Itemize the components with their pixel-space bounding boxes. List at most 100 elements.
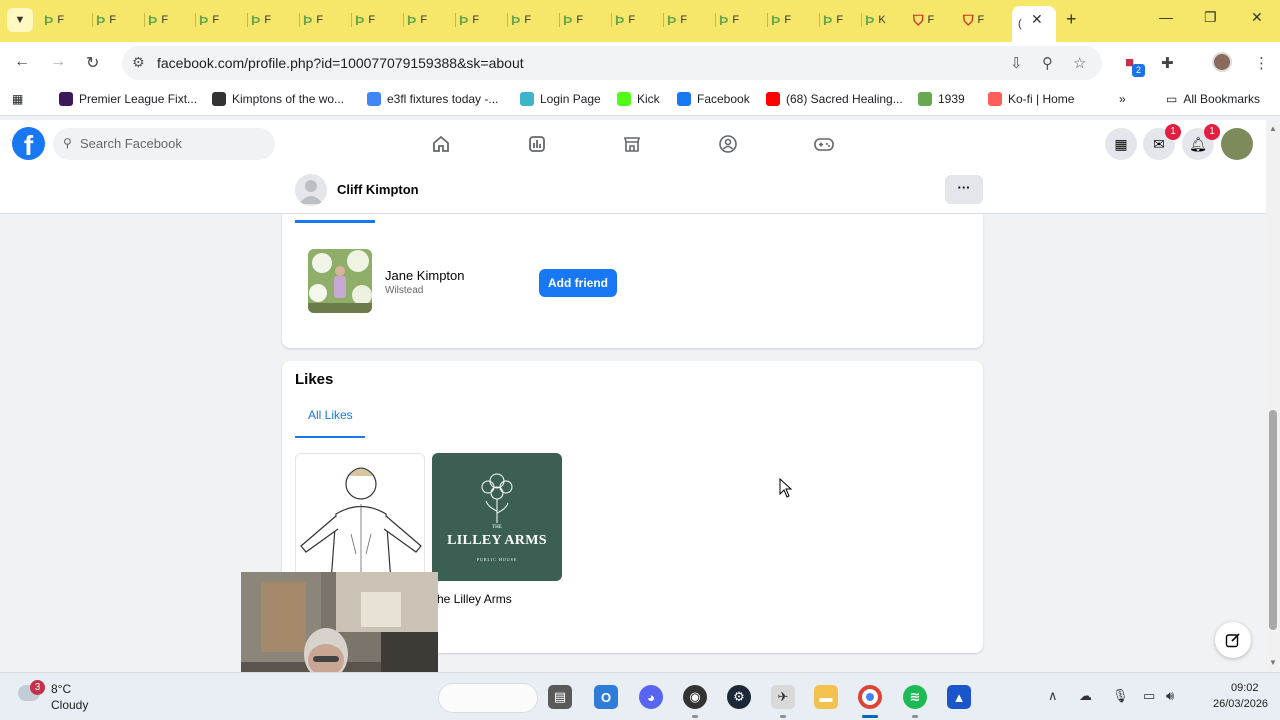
steam-icon[interactable]: ⚙ bbox=[727, 685, 751, 709]
shield-favicon-icon: ⛉ bbox=[913, 11, 924, 28]
profile-name[interactable]: Cliff Kimpton bbox=[337, 182, 419, 197]
bookmark-item[interactable]: Ko-fi | Home bbox=[988, 92, 1074, 106]
file-explorer-dark-icon[interactable]: ▤ bbox=[548, 685, 572, 709]
browser-tab[interactable]: ÞF bbox=[199, 8, 251, 32]
weather-condition[interactable]: Cloudy bbox=[51, 698, 88, 712]
bookmark-label: Facebook bbox=[697, 92, 750, 106]
browser-tab[interactable]: ÞF bbox=[459, 8, 511, 32]
extensions-puzzle-icon[interactable]: ✚ bbox=[1161, 54, 1174, 72]
scrollbar-thumb[interactable] bbox=[1269, 410, 1277, 630]
tab-separator bbox=[403, 13, 404, 27]
browser-tab[interactable]: ⛉ F bbox=[963, 8, 1015, 32]
browser-tab[interactable]: ÞF bbox=[615, 8, 667, 32]
onedrive-icon[interactable]: ☁ bbox=[1079, 688, 1092, 704]
notifications-bell-icon[interactable]: 🔔︎ 1 bbox=[1182, 124, 1220, 160]
more-bookmarks-icon[interactable]: » bbox=[1119, 92, 1126, 106]
scroll-up-icon[interactable]: ▲ bbox=[1269, 124, 1277, 133]
browser-tab[interactable]: ÞF bbox=[667, 8, 719, 32]
more-options-button[interactable]: ··· bbox=[945, 175, 983, 204]
reload-icon[interactable]: ↻ bbox=[86, 53, 99, 73]
browser-tab[interactable]: ÞF bbox=[96, 8, 148, 32]
scroll-down-icon[interactable]: ▼ bbox=[1269, 658, 1277, 667]
spotify-icon[interactable]: ≋ bbox=[903, 685, 927, 709]
site-info-icon[interactable]: ⚙ bbox=[132, 54, 145, 71]
show-hidden-icons-icon[interactable]: ∧ bbox=[1048, 688, 1058, 704]
bookmark-item[interactable]: e3fl fixtures today -... bbox=[367, 92, 498, 106]
browser-tab[interactable]: ÞF bbox=[355, 8, 407, 32]
all-bookmarks[interactable]: ▭ All Bookmarks bbox=[1166, 92, 1260, 106]
obs-icon[interactable]: ◉ bbox=[683, 685, 707, 709]
friend-name[interactable]: Jane Kimpton bbox=[385, 268, 465, 283]
gaming-icon[interactable] bbox=[812, 132, 836, 156]
tab-favicon-icon: Þ bbox=[865, 12, 875, 28]
facebook-logo-icon[interactable]: f bbox=[12, 127, 45, 161]
home-icon[interactable] bbox=[429, 132, 453, 156]
app-icon[interactable]: ✈ bbox=[771, 685, 795, 709]
account-avatar[interactable] bbox=[1221, 128, 1253, 160]
browser-tab[interactable]: ÞF bbox=[719, 8, 771, 32]
weather-temperature[interactable]: 8°C bbox=[51, 682, 71, 696]
network-icon[interactable]: ▭ bbox=[1143, 688, 1155, 704]
bookmark-item[interactable]: 1939 bbox=[918, 92, 965, 106]
browser-tab[interactable]: ÞK bbox=[865, 8, 917, 32]
zoom-icon[interactable]: ⚲ bbox=[1042, 54, 1053, 72]
browser-tab[interactable]: ÞF bbox=[44, 8, 96, 32]
browser-tab[interactable]: ÞF bbox=[511, 8, 563, 32]
remote-desktop-icon[interactable]: ▲ bbox=[947, 685, 971, 709]
bookmark-item[interactable]: Kick bbox=[617, 92, 660, 106]
browser-tab[interactable]: ÞF bbox=[148, 8, 200, 32]
chrome-icon[interactable] bbox=[858, 685, 882, 709]
chrome-menu-icon[interactable]: ⋮ bbox=[1254, 54, 1269, 72]
tab-title: F bbox=[420, 14, 428, 26]
clock-time[interactable]: 09:02 bbox=[1231, 682, 1259, 694]
bookmark-item[interactable]: Login Page bbox=[520, 92, 601, 106]
add-friend-button[interactable]: Add friend bbox=[539, 269, 617, 297]
install-app-icon[interactable]: ⇩ bbox=[1010, 54, 1023, 72]
messenger-icon[interactable]: ✉ 1 bbox=[1143, 124, 1181, 160]
apps-grid-icon[interactable]: ▦ bbox=[12, 92, 23, 106]
menu-grid-icon[interactable]: ▦ bbox=[1105, 128, 1137, 160]
browser-tab[interactable]: ÞF bbox=[771, 8, 823, 32]
tab-all-likes[interactable]: All Likes bbox=[308, 408, 353, 422]
tab-search-dropdown[interactable]: ▼ bbox=[7, 8, 33, 32]
restore-icon[interactable]: ❐ bbox=[1204, 9, 1217, 26]
browser-tab[interactable]: ÞF bbox=[407, 8, 459, 32]
browser-tab[interactable]: ÞF bbox=[251, 8, 303, 32]
folder-icon[interactable]: ▬ bbox=[814, 685, 838, 709]
taskbar-search-box[interactable] bbox=[438, 683, 538, 713]
page-scrollbar[interactable]: ▲ ▼ bbox=[1266, 120, 1280, 672]
forward-icon[interactable]: → bbox=[50, 53, 66, 71]
minimize-icon[interactable]: — bbox=[1159, 9, 1173, 25]
discord-icon[interactable]: ◕ bbox=[639, 685, 663, 709]
bookmark-item[interactable]: Kimptons of the wo... bbox=[212, 92, 344, 106]
liked-page-label[interactable]: he Lilley Arms bbox=[437, 592, 512, 606]
liked-page-lilley-arms[interactable]: THE LILLEY ARMS PUBLIC HOUSE bbox=[432, 453, 562, 581]
browser-tab[interactable]: ÞF bbox=[563, 8, 615, 32]
marketplace-icon[interactable] bbox=[620, 132, 644, 156]
browser-tab[interactable]: ⛉ F bbox=[913, 8, 965, 32]
liked-page-illustration[interactable] bbox=[295, 453, 425, 581]
facebook-search-input[interactable]: ⚲ Search Facebook bbox=[53, 128, 275, 160]
groups-icon[interactable] bbox=[716, 132, 740, 156]
browser-tab[interactable]: ÞF bbox=[303, 8, 355, 32]
volume-icon[interactable]: 🔊︎ bbox=[1166, 688, 1174, 704]
microphone-icon[interactable]: 🎙︎ bbox=[1112, 688, 1129, 704]
bookmark-item[interactable]: Facebook bbox=[677, 92, 750, 106]
app-running-indicator bbox=[780, 715, 786, 718]
close-window-icon[interactable]: ✕ bbox=[1251, 9, 1263, 26]
bookmark-item[interactable]: Premier League Fixt... bbox=[59, 92, 197, 106]
clock-date[interactable]: 26/03/2026 bbox=[1213, 698, 1268, 710]
feeds-icon[interactable] bbox=[525, 132, 549, 156]
bookmark-item[interactable]: (68) Sacred Healing... bbox=[766, 92, 903, 106]
friend-photo[interactable] bbox=[308, 249, 372, 313]
new-message-button[interactable] bbox=[1215, 622, 1251, 658]
search-icon: ⚲ bbox=[63, 136, 72, 150]
close-tab-icon[interactable]: ✕ bbox=[1031, 11, 1043, 28]
chrome-profile-avatar[interactable] bbox=[1212, 52, 1232, 72]
profile-avatar[interactable] bbox=[295, 174, 327, 206]
bookmark-star-icon[interactable]: ☆ bbox=[1073, 54, 1086, 72]
new-tab-icon[interactable]: + bbox=[1066, 9, 1077, 30]
outlook-icon[interactable]: O bbox=[594, 685, 618, 709]
back-icon[interactable]: ← bbox=[14, 53, 30, 71]
address-bar[interactable]: ⚙ facebook.com/profile.php?id=1000770791… bbox=[122, 46, 1102, 80]
